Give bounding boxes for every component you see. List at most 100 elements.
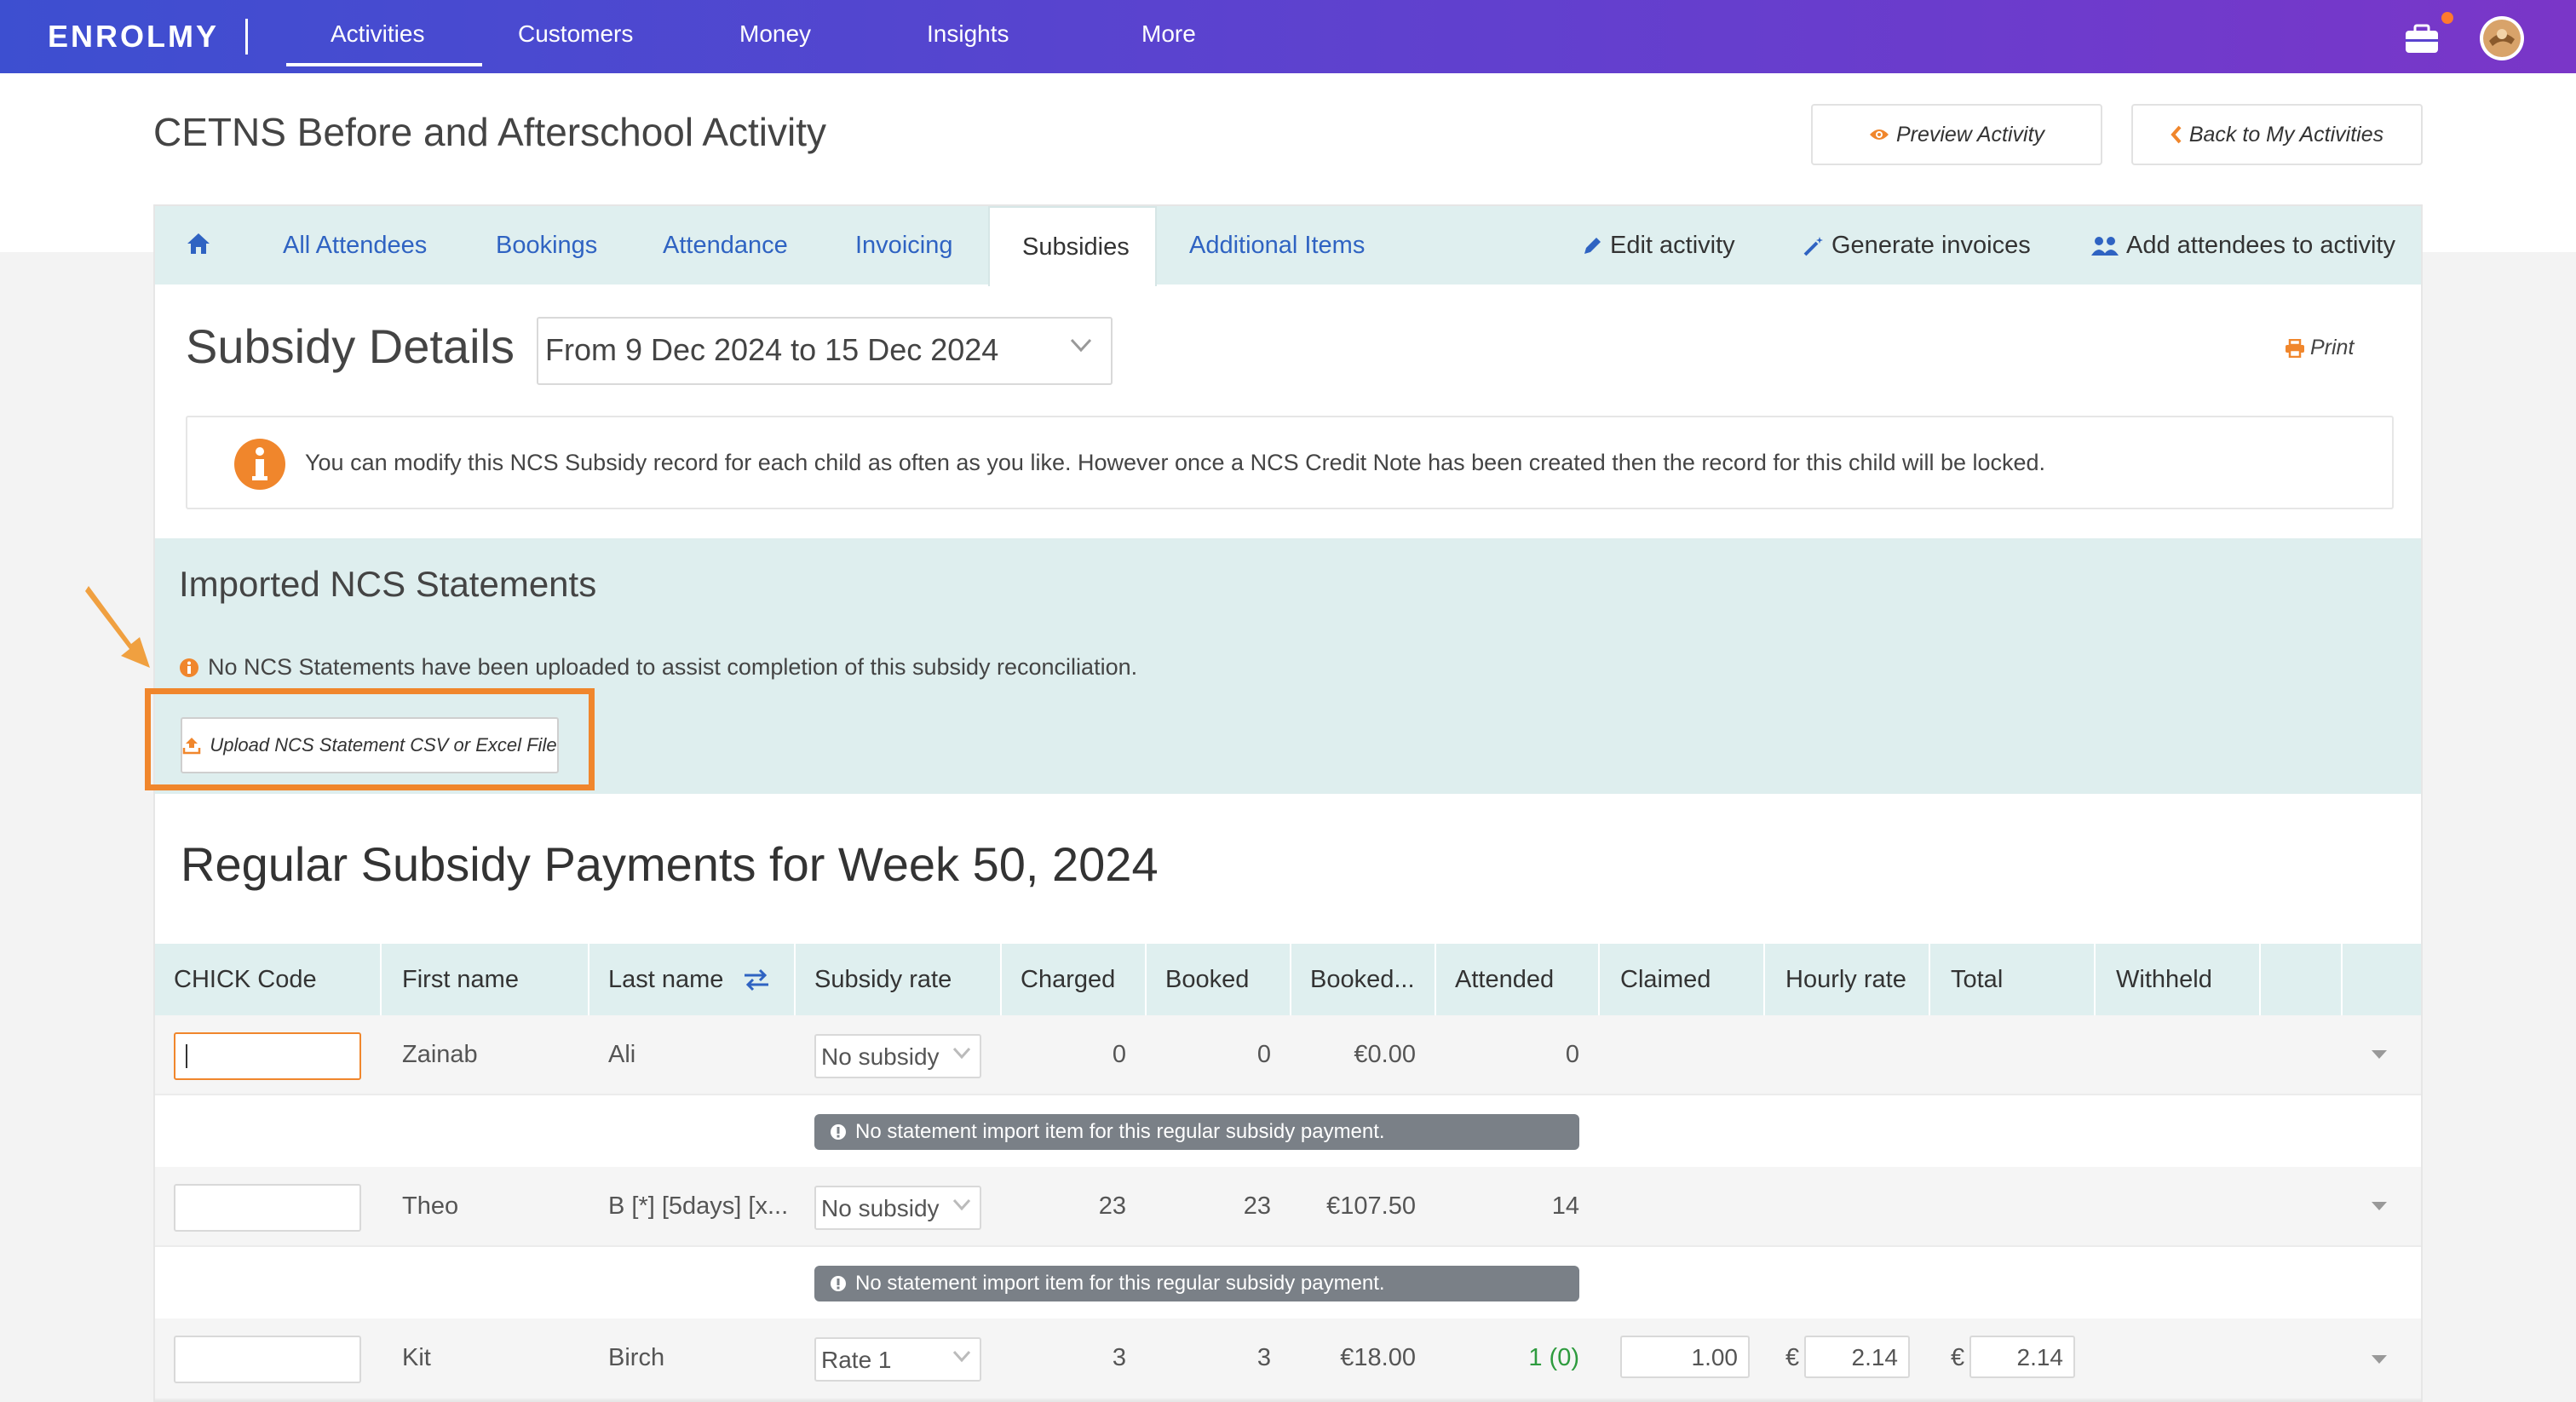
tab-additional-items[interactable]: Additional Items: [1189, 232, 1365, 260]
activity-card: All Attendees Bookings Attendance Invoic…: [153, 204, 2423, 1402]
chick-code-input[interactable]: [174, 1336, 361, 1383]
subsidy-rate-select[interactable]: No subsidy: [814, 1186, 981, 1230]
notification-dot: [2441, 12, 2453, 24]
first-name-cell: Kit: [402, 1344, 431, 1371]
table-row: Zainab Ali No subsidy 0 0 €0.00 0: [155, 1015, 2421, 1095]
last-name-cell: B [*] [5days] [x...: [608, 1192, 789, 1220]
column-divider: [2094, 944, 2096, 1015]
preview-activity-label: Preview Activity: [1895, 122, 2045, 147]
charged-cell: 3: [1112, 1344, 1126, 1371]
column-divider: [1145, 944, 1147, 1015]
tab-attendance[interactable]: Attendance: [663, 232, 788, 260]
magic-wand-icon: [1803, 236, 1823, 256]
edit-activity-label: Edit activity: [1610, 232, 1735, 259]
nav-money[interactable]: Money: [739, 20, 811, 48]
chevron-down-icon: [952, 1047, 971, 1060]
printer-icon: [2286, 338, 2304, 358]
column-divider: [1435, 944, 1436, 1015]
expand-row-icon[interactable]: [2370, 1199, 2389, 1213]
booked-cell: 0: [1256, 1041, 1271, 1068]
chevron-down-icon: [952, 1350, 971, 1363]
booked-cell: 23: [1243, 1192, 1271, 1220]
chevron-left-icon: [2171, 125, 2182, 144]
subsidy-rate-value: No subsidy: [821, 1195, 940, 1221]
back-to-activities-button[interactable]: Back to My Activities: [2131, 104, 2423, 165]
subsidy-rate-value: Rate 1: [821, 1347, 892, 1373]
nav-insights[interactable]: Insights: [927, 20, 1009, 48]
nav-customers[interactable]: Customers: [518, 20, 633, 48]
last-name-cell: Birch: [608, 1344, 665, 1371]
booked-amount-cell: €18.00: [1340, 1344, 1416, 1371]
column-first-name[interactable]: First name: [402, 966, 519, 994]
column-divider: [794, 944, 796, 1015]
enrolmy-logo[interactable]: ENROLMY: [48, 19, 219, 55]
subsidy-details-heading: Subsidy Details: [186, 319, 515, 373]
table-row: Kit Birch Rate 1 3 3 €18.00 1 (0) 1.00 €…: [155, 1319, 2421, 1400]
column-total: Total: [1951, 966, 2004, 993]
nav-activities[interactable]: Activities: [331, 20, 424, 48]
toolbox-icon[interactable]: [2399, 15, 2445, 61]
back-to-activities-label: Back to My Activities: [2188, 122, 2384, 147]
column-booked: Booked: [1165, 966, 1250, 993]
text-caret: [186, 1044, 187, 1068]
table-row: Theo B [*] [5days] [x... No subsidy 23 2…: [155, 1167, 2421, 1247]
activity-tab-bar: All Attendees Bookings Attendance Invoic…: [155, 206, 2421, 286]
column-divider: [380, 944, 382, 1015]
tab-invoicing[interactable]: Invoicing: [855, 232, 952, 260]
no-import-text: No statement import item for this regula…: [855, 1272, 1385, 1295]
currency-symbol: €: [1951, 1344, 1965, 1371]
no-import-badge: No statement import item for this regula…: [814, 1114, 1579, 1150]
currency-symbol: €: [1785, 1344, 1800, 1371]
tab-all-attendees[interactable]: All Attendees: [283, 232, 427, 260]
column-divider: [1290, 944, 1291, 1015]
column-divider: [2259, 944, 2261, 1015]
info-circle-icon: [180, 658, 198, 677]
column-booked-amount: Booked...: [1310, 966, 1415, 993]
column-divider: [1763, 944, 1765, 1015]
home-icon[interactable]: [186, 232, 211, 256]
expand-row-icon[interactable]: [2370, 1353, 2389, 1366]
column-last-name[interactable]: Last name: [608, 966, 723, 994]
claimed-input[interactable]: 1.00: [1620, 1336, 1750, 1378]
ncs-empty-text: No NCS Statements have been uploaded to …: [208, 654, 1138, 680]
subsidy-rate-value: No subsidy: [821, 1043, 940, 1070]
total-input[interactable]: 2.14: [1969, 1336, 2075, 1378]
sort-exchange-icon[interactable]: [743, 968, 770, 991]
chick-code-input[interactable]: [174, 1184, 361, 1232]
booked-amount-cell: €0.00: [1354, 1041, 1416, 1068]
subsidy-rate-select[interactable]: Rate 1: [814, 1337, 981, 1382]
expand-row-icon[interactable]: [2370, 1048, 2389, 1061]
generate-invoices-button[interactable]: Generate invoices: [1803, 232, 2031, 260]
chick-code-input[interactable]: [174, 1032, 361, 1080]
booked-amount-cell: €107.50: [1326, 1192, 1416, 1220]
add-attendees-button[interactable]: Add attendees to activity: [2090, 232, 2395, 260]
users-icon: [2091, 236, 2119, 256]
column-charged: Charged: [1021, 966, 1116, 993]
page-title: CETNS Before and Afterschool Activity: [153, 110, 827, 154]
ncs-statements-heading: Imported NCS Statements: [179, 564, 597, 604]
user-avatar[interactable]: [2479, 15, 2525, 61]
print-button[interactable]: Print: [2285, 336, 2354, 360]
edit-activity-button[interactable]: Edit activity: [1581, 232, 1735, 260]
first-name-cell: Zainab: [402, 1041, 478, 1068]
column-claimed: Claimed: [1620, 966, 1711, 993]
info-icon: [234, 439, 285, 490]
tab-subsidies[interactable]: Subsidies: [988, 206, 1157, 286]
column-withheld: Withheld: [2116, 966, 2212, 993]
column-hourly-rate: Hourly rate: [1785, 966, 1906, 993]
preview-activity-button[interactable]: Preview Activity: [1811, 104, 2102, 165]
annotation-arrow: [85, 586, 150, 668]
no-import-badge: No statement import item for this regula…: [814, 1266, 1579, 1301]
chevron-down-icon: [952, 1198, 971, 1211]
tab-bookings[interactable]: Bookings: [496, 232, 597, 260]
annotation-highlight-box: [145, 688, 595, 790]
hourly-rate-input[interactable]: 2.14: [1804, 1336, 1910, 1378]
charged-cell: 0: [1112, 1041, 1126, 1068]
subsidy-rate-select[interactable]: No subsidy: [814, 1034, 981, 1078]
nav-more[interactable]: More: [1141, 20, 1196, 48]
attended-cell: 1 (0): [1460, 1344, 1579, 1372]
attended-cell: 0: [1565, 1041, 1579, 1068]
nav-active-indicator: [286, 63, 482, 66]
charged-cell: 23: [1098, 1192, 1126, 1220]
week-range-select[interactable]: From 9 Dec 2024 to 15 Dec 2024: [537, 317, 1113, 385]
